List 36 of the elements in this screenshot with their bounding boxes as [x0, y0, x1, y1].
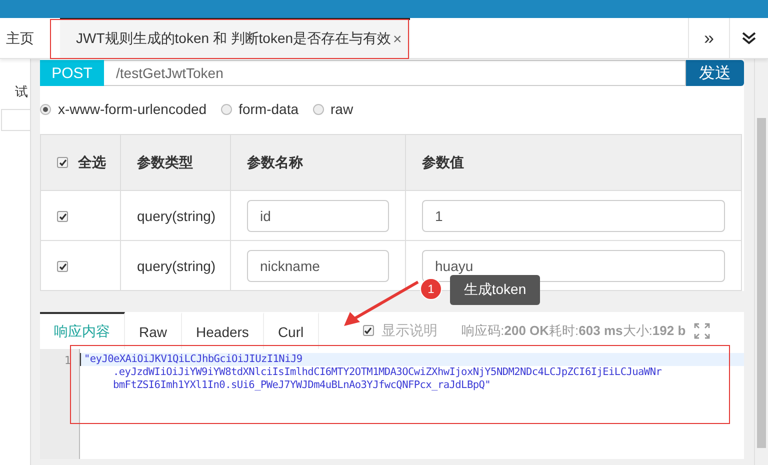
table-cell: query(string) [120, 240, 230, 290]
expand-icon[interactable] [694, 322, 710, 338]
send-button[interactable]: 发送 [686, 60, 744, 86]
url-field[interactable]: /testGetJwtToken [104, 60, 686, 86]
radio-label: raw [330, 101, 354, 117]
radio-button[interactable] [220, 104, 232, 114]
row-checkbox[interactable] [57, 261, 68, 272]
column-header: 参数值 [406, 134, 742, 190]
name-field[interactable]: nickname [247, 250, 389, 282]
response-status: 响应码:200 OK耗时:603 ms大小:192 b [462, 322, 686, 340]
scrollbar[interactable] [754, 58, 768, 465]
name-field[interactable]: id [247, 200, 389, 232]
select-all-label: 全选 [78, 154, 106, 172]
row-checkbox[interactable] [57, 211, 68, 222]
page-tab[interactable]: JWT规则生成的token 和 判断token是否存在与有效× [60, 18, 410, 58]
table-cell: query(string) [120, 190, 230, 240]
show-description-checkbox[interactable] [362, 325, 374, 336]
radio-button[interactable] [312, 104, 324, 114]
more-tabs-button[interactable]: » [688, 18, 729, 58]
value-field[interactable]: 1 [422, 200, 725, 232]
sidebar-field[interactable] [1, 109, 30, 131]
column-header: 参数名称 [230, 134, 406, 190]
line-number: 1 [64, 354, 71, 367]
code-line: bmFtZSI6Imh1YXl1In0.sUi6_PWeJ7YWJDm4uBLnAo3YJfwcQNFPcx_raJdLBpQ" [112, 379, 492, 392]
radio-button[interactable] [40, 104, 51, 114]
show-description-label: 显示说明 [382, 322, 438, 340]
radio-label: x-www-form-urlencoded [58, 101, 207, 117]
close-icon[interactable]: × [393, 30, 402, 48]
select-all-checkbox[interactable] [57, 157, 68, 168]
page-tab[interactable]: 主页 [0, 18, 46, 58]
radio-label: form-data [238, 101, 299, 117]
column-header: 参数类型 [120, 134, 230, 190]
double-chevron-icon [742, 31, 756, 45]
annotation-tooltip: 生成token [450, 275, 540, 305]
code-line: .eyJzdWIiOiJiYW9iYW8tdXNlciIsImlhdCI6MTY2OTM1MDA3OCwiZXhwIjoxNjY5NDM2NDc4LCJpZCI6IjEiLCJuaWNr [112, 366, 663, 379]
sidebar-label: 试 [15, 83, 29, 101]
